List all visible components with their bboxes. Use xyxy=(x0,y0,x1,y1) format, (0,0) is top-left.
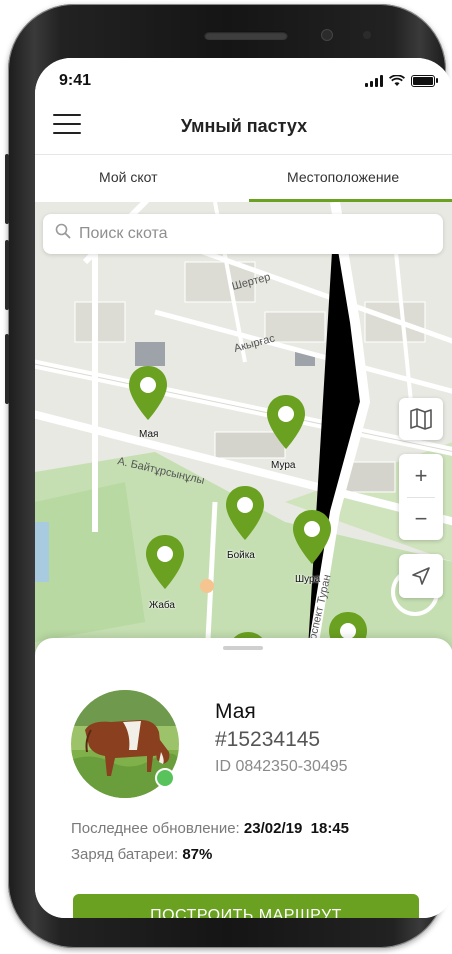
camera xyxy=(322,30,332,40)
status-icons xyxy=(365,75,438,87)
app-header: Умный пастух xyxy=(35,104,452,154)
battery-row: Заряд батареи: 87% xyxy=(71,846,212,863)
animal-pin-label: Жаба xyxy=(149,600,175,611)
search-bar[interactable]: Поиск скота xyxy=(43,214,443,254)
last-update-label: Последнее обновление: xyxy=(71,820,240,837)
side-button xyxy=(5,334,9,404)
animal-pin[interactable] xyxy=(127,364,169,422)
zoom-out-button[interactable]: − xyxy=(399,497,443,540)
map-pin-icon xyxy=(146,535,184,589)
animal-name: Мая xyxy=(215,700,256,723)
tab-my-livestock[interactable]: Мой скот xyxy=(99,169,158,185)
animal-pin-label: Бойка xyxy=(227,550,255,561)
battery-value: 87% xyxy=(182,846,213,863)
battery-label: Заряд батареи: xyxy=(71,846,179,863)
screen: 9:41 Умный пастух Мой скот Местоположени… xyxy=(35,58,452,918)
sheet-drag-handle[interactable] xyxy=(223,646,263,650)
animal-pin[interactable] xyxy=(291,508,333,566)
animal-detail-sheet: Мая #15234145 ID 0842350-30495 Последнее… xyxy=(35,638,452,918)
navigation-arrow-icon xyxy=(412,567,430,585)
map-background: Шертер Акырғас А. Байтұрсынұлы проспект … xyxy=(35,202,452,698)
search-icon xyxy=(55,223,71,239)
animal-number: #15234145 xyxy=(215,728,321,751)
animal-pin[interactable] xyxy=(265,393,307,451)
battery-icon xyxy=(411,75,438,87)
last-update-row: Последнее обновление: 23/02/19 18:45 xyxy=(71,820,349,837)
animal-pin[interactable] xyxy=(144,533,186,591)
status-time: 9:41 xyxy=(59,72,92,89)
status-bar: 9:41 xyxy=(35,58,452,104)
side-button xyxy=(5,154,9,224)
page-title: Умный пастух xyxy=(180,116,308,136)
animal-pin-label: Шура xyxy=(295,574,321,585)
last-update-value: 23/02/19 18:45 xyxy=(243,820,349,837)
map-icon xyxy=(410,408,432,430)
map-layers-button[interactable] xyxy=(399,398,443,440)
zoom-control: + − xyxy=(399,454,443,540)
phone-frame: 9:41 Умный пастух Мой скот Местоположени… xyxy=(5,4,452,948)
animal-pin-label: Мая xyxy=(139,429,159,440)
speaker-grille xyxy=(204,31,288,40)
build-route-button[interactable]: ПОСТРОИТЬ МАРШРУТ xyxy=(73,894,419,918)
side-button xyxy=(5,240,9,310)
animal-tag-id: ID 0842350-30495 xyxy=(215,758,348,775)
online-status-indicator xyxy=(155,768,175,788)
tab-location[interactable]: Местоположение xyxy=(287,169,399,185)
search-input[interactable]: Поиск скота xyxy=(79,225,168,243)
map-view[interactable]: Шертер Акырғас А. Байтұрсынұлы проспект … xyxy=(35,202,452,698)
sensor xyxy=(363,31,371,39)
animal-pin-label: Мура xyxy=(271,460,296,471)
my-location-button[interactable] xyxy=(399,554,443,598)
animal-pin[interactable] xyxy=(224,484,266,542)
signal-icon xyxy=(365,75,383,87)
map-pin-icon xyxy=(293,510,331,564)
wifi-icon xyxy=(389,75,405,86)
map-pin-icon xyxy=(226,486,264,540)
map-pin-icon xyxy=(267,395,305,449)
zoom-in-button[interactable]: + xyxy=(399,454,443,497)
map-pin-icon xyxy=(129,366,167,420)
tab-bar: Мой скот Местоположение xyxy=(35,154,452,203)
